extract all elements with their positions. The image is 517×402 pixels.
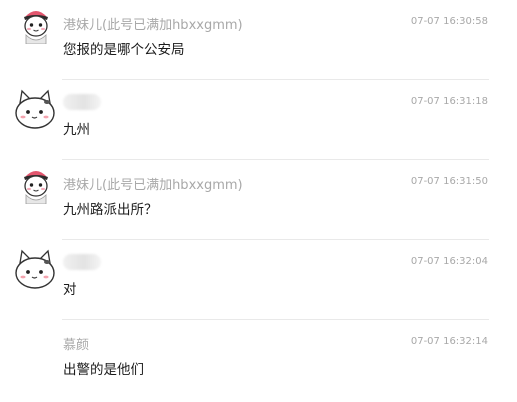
message-text: 九州 xyxy=(63,122,90,138)
girl-avatar-icon[interactable] xyxy=(16,4,56,44)
message-item: 07-07 16:32:04 对 xyxy=(0,240,517,320)
cat-avatar-icon[interactable] xyxy=(10,243,60,293)
chat-thread: 港妹儿(此号已满加hbxxgmm) 07-07 16:30:58 您报的是哪个公… xyxy=(0,0,517,402)
sender-name[interactable]: 港妹儿(此号已满加hbxxgmm) xyxy=(63,174,243,193)
girl-avatar-icon[interactable] xyxy=(16,164,56,204)
timestamp: 07-07 16:31:50 xyxy=(410,176,488,187)
cat-avatar-icon[interactable] xyxy=(10,83,60,133)
sender-name[interactable]: 慕颜 xyxy=(63,334,89,353)
message-text: 对 xyxy=(63,282,77,298)
message-item: 07-07 16:31:18 九州 xyxy=(0,80,517,160)
message-item: 港妹儿(此号已满加hbxxgmm) 07-07 16:30:58 您报的是哪个公… xyxy=(0,0,517,80)
sender-name[interactable] xyxy=(63,94,101,110)
timestamp: 07-07 16:30:58 xyxy=(410,16,488,27)
sender-name[interactable] xyxy=(63,254,101,270)
message-item: 港妹儿(此号已满加hbxxgmm) 07-07 16:31:50 九州路派出所？ xyxy=(0,160,517,240)
message-text: 出警的是他们 xyxy=(63,362,144,378)
sender-name[interactable]: 港妹儿(此号已满加hbxxgmm) xyxy=(63,14,243,33)
timestamp: 07-07 16:31:18 xyxy=(410,96,488,107)
message-text: 九州路派出所？ xyxy=(63,202,158,218)
timestamp: 07-07 16:32:14 xyxy=(410,336,488,347)
message-text: 您报的是哪个公安局 xyxy=(63,42,185,58)
timestamp: 07-07 16:32:04 xyxy=(410,256,488,267)
message-item: 慕颜 07-07 16:32:14 出警的是他们 xyxy=(0,320,517,400)
